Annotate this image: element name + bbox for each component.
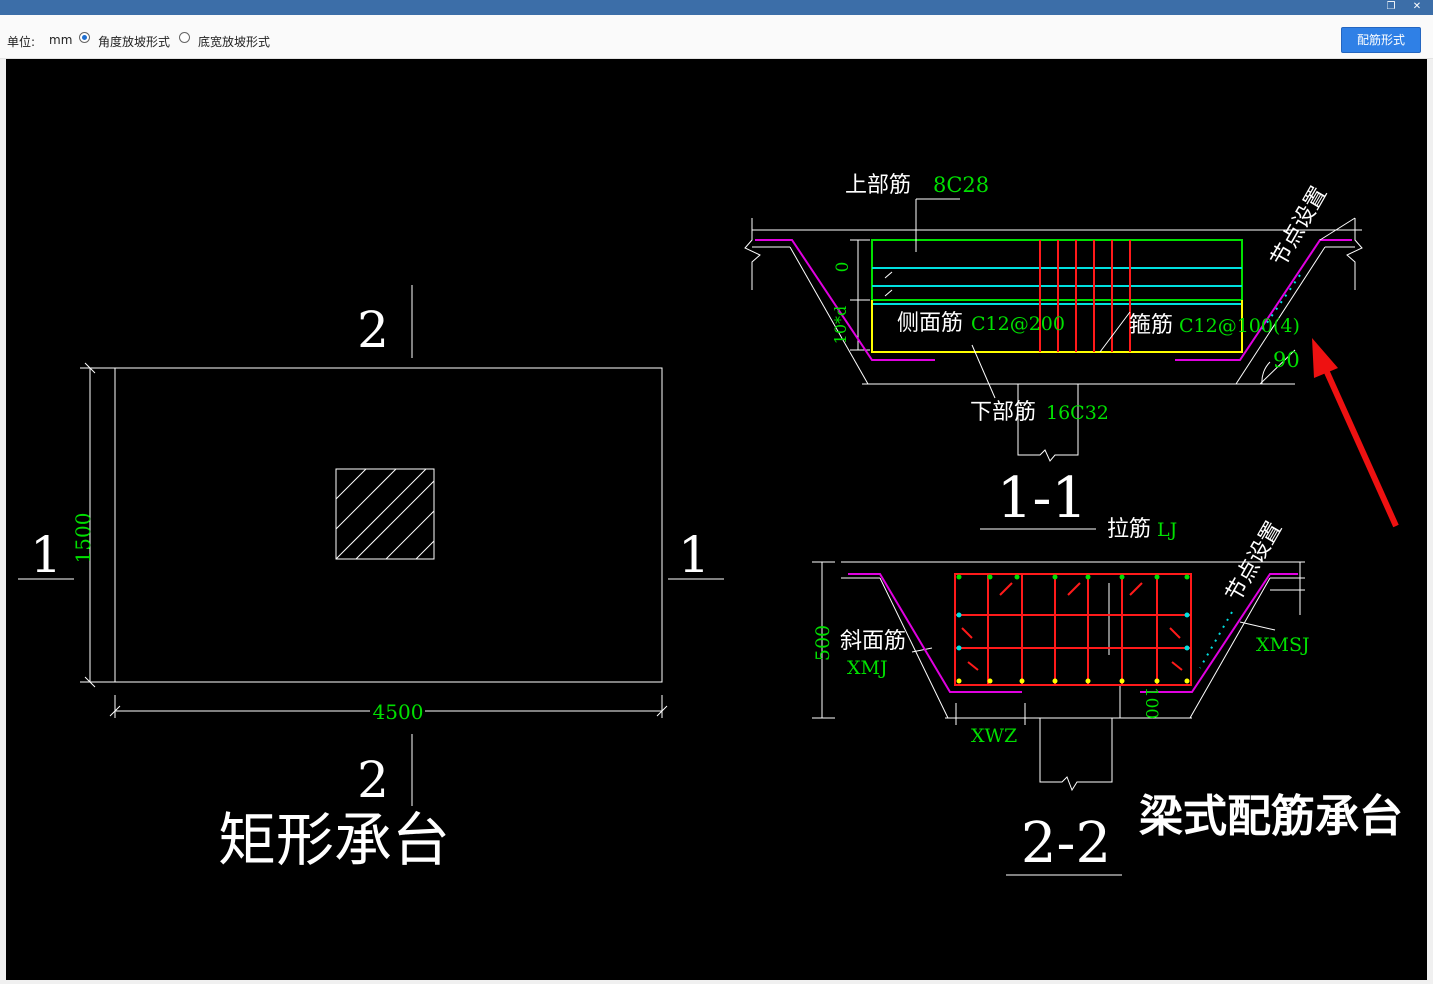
unit-value: mm xyxy=(49,33,73,47)
angle-value: 90 xyxy=(1273,348,1300,372)
width-value: XWZ xyxy=(971,725,1017,747)
cover-dim: 100 xyxy=(1141,687,1161,719)
section-mark-2-top: 2 xyxy=(357,301,389,359)
section-mark-2-bottom: 2 xyxy=(357,751,389,809)
anchor-dim: 10*d xyxy=(831,306,850,345)
zero-dim: 0 xyxy=(833,262,853,273)
section-2-height-dim: 500 xyxy=(812,625,834,661)
cad-canvas[interactable]: 1500 4500 2 2 1 1 矩形承台 上部筋 8C28 侧面筋 C12@… xyxy=(6,59,1427,980)
slope-bar-value: XMJ xyxy=(847,657,888,679)
cap-outline xyxy=(114,367,663,683)
section-2-title: 2-2 xyxy=(1021,811,1111,876)
top-bar-value: 8C28 xyxy=(933,173,989,197)
cad-drawing: 1500 4500 2 2 1 1 矩形承台 上部筋 8C28 侧面筋 C12@… xyxy=(18,173,1403,876)
plan-view xyxy=(18,285,724,806)
section-1-title: 1-1 xyxy=(997,466,1087,531)
bottom-bar-value: 16C32 xyxy=(1046,402,1109,424)
width-slope-label[interactable]: 底宽放坡形式 xyxy=(198,33,270,50)
toolbar: 单位: mm 角度放坡形式 底宽放坡形式 xyxy=(0,15,1433,59)
reinforcement-form-button[interactable]: 配筋形式 xyxy=(1341,27,1421,53)
plan-caption: 矩形承台 xyxy=(218,806,450,874)
node-setting-1[interactable]: 节点设置 xyxy=(1267,182,1333,271)
window-titlebar: ❐ ✕ xyxy=(0,0,1433,15)
column-hatch xyxy=(335,468,435,560)
stirrup-value: C12@100(4) xyxy=(1179,315,1300,337)
side-bar-value: C12@200 xyxy=(971,313,1065,335)
highlight-arrow xyxy=(1312,338,1399,528)
section-mark-1-left: 1 xyxy=(30,526,62,584)
plan-width-dim: 4500 xyxy=(373,700,424,724)
tie-label: 拉筋 xyxy=(1107,517,1151,542)
tie-value: LJ xyxy=(1157,519,1177,541)
close-icon[interactable]: ✕ xyxy=(1410,0,1424,13)
width-slope-radio[interactable] xyxy=(179,32,190,43)
angle-slope-label[interactable]: 角度放坡形式 xyxy=(98,33,170,50)
angle-slope-radio[interactable] xyxy=(79,32,90,43)
beam-cap-caption: 梁式配筋承台 xyxy=(1139,791,1403,842)
top-bar-label: 上部筋 xyxy=(845,173,911,198)
section-mark-1-right: 1 xyxy=(678,526,710,584)
stirrup-label: 箍筋 xyxy=(1129,313,1173,338)
plan-height-dim: 1500 xyxy=(71,513,95,564)
side-bar-label: 侧面筋 xyxy=(897,311,963,336)
slope-bar-label: 斜面筋 xyxy=(840,629,906,654)
restore-icon[interactable]: ❐ xyxy=(1384,0,1398,13)
slope-side-value: XMSJ xyxy=(1256,634,1310,656)
bottom-bar-label: 下部筋 xyxy=(970,400,1036,425)
unit-label: 单位: xyxy=(7,35,36,49)
